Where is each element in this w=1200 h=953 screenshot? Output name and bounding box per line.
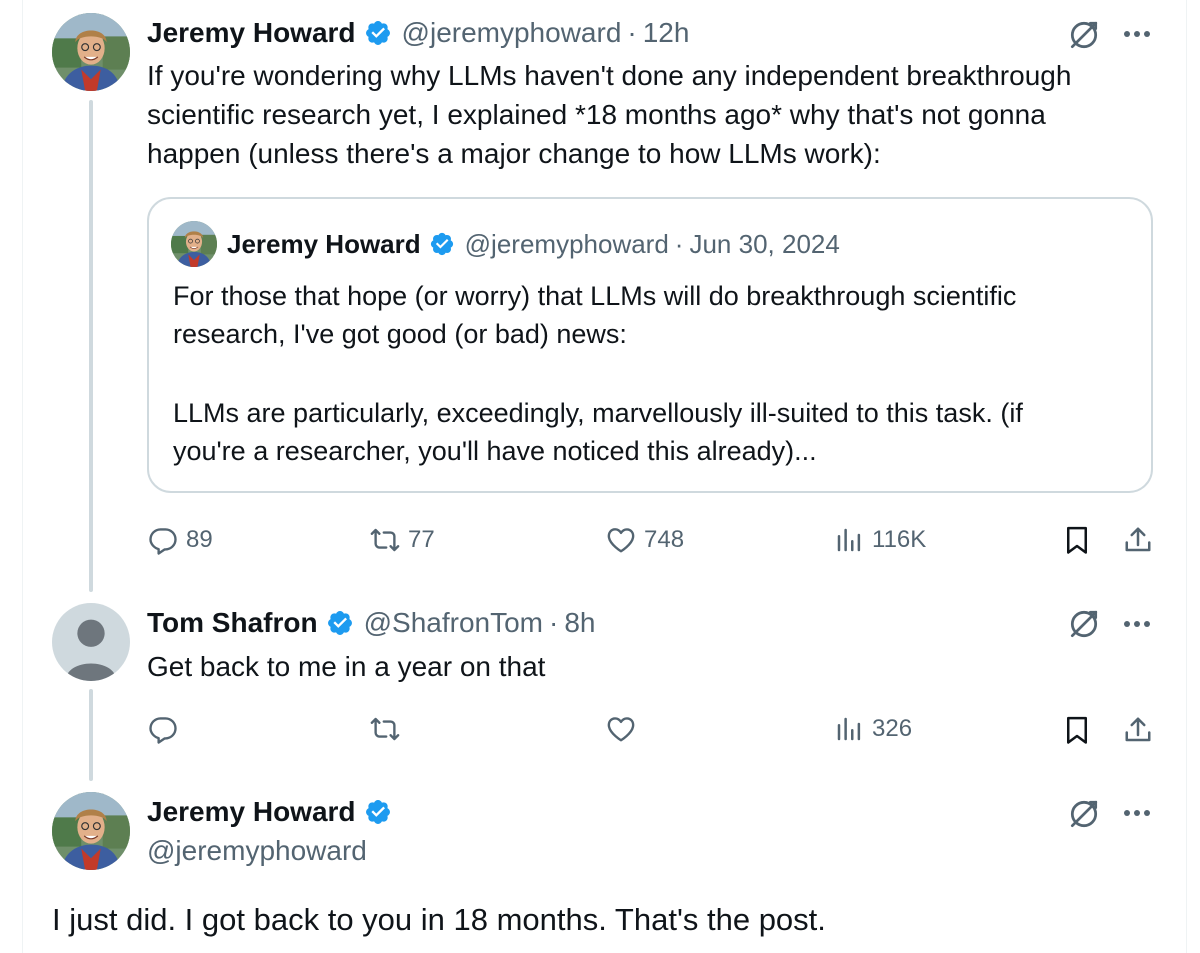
tweet-header: Jeremy Howard @jeremyphoward · 12h xyxy=(147,13,689,53)
views-icon xyxy=(834,714,864,744)
grok-icon[interactable] xyxy=(1067,607,1101,641)
quoted-text-line: For those that hope (or worry) that LLMs… xyxy=(173,281,1017,311)
tweet-text-line: scientific research yet, I explained *18… xyxy=(147,99,1046,130)
bookmark-icon[interactable] xyxy=(1062,525,1092,555)
grok-icon[interactable] xyxy=(1067,18,1101,52)
repost-count: 77 xyxy=(408,526,435,553)
more-dots-icon[interactable] xyxy=(1121,807,1153,819)
handle-line: @jeremyphoward xyxy=(147,831,367,871)
tweet-header: Tom Shafron @ShafronTom · 8h xyxy=(147,603,595,643)
like-button[interactable] xyxy=(606,714,636,744)
reply-icon xyxy=(148,525,178,555)
tweet-text-line: If you're wondering why LLMs haven't don… xyxy=(147,60,1072,91)
quoted-avatar-image xyxy=(171,221,217,267)
grok-icon[interactable] xyxy=(1067,797,1101,831)
reply-count: 89 xyxy=(186,526,213,553)
like-icon xyxy=(606,525,636,555)
like-count: 748 xyxy=(644,526,685,553)
timeline-border-right xyxy=(1186,0,1187,953)
author-name[interactable]: Tom Shafron xyxy=(147,607,318,639)
repost-button[interactable]: 77 xyxy=(370,525,435,555)
quoted-avatar xyxy=(171,221,217,267)
avatar[interactable] xyxy=(52,13,130,91)
author-handle[interactable]: @jeremyphoward xyxy=(147,835,367,867)
more-dots-icon[interactable] xyxy=(1121,618,1153,630)
quoted-tweet-card[interactable]: Jeremy Howard @jeremyphoward · Jun 30, 2… xyxy=(147,197,1153,493)
views-count: 116K xyxy=(872,526,927,553)
repost-button[interactable] xyxy=(370,714,400,744)
share-icon[interactable] xyxy=(1123,525,1153,555)
thread-connector-line xyxy=(89,689,93,781)
tweet-timestamp[interactable]: 8h xyxy=(564,607,595,639)
quoted-author-name: Jeremy Howard xyxy=(227,228,421,259)
separator-dot: · xyxy=(674,228,684,259)
author-name[interactable]: Jeremy Howard xyxy=(147,17,356,49)
quoted-text-line: research, I've got good (or bad) news: xyxy=(173,319,627,349)
timeline-border-left xyxy=(22,0,23,953)
separator-dot: · xyxy=(627,17,637,48)
quoted-text-line: LLMs are particularly, exceedingly, marv… xyxy=(173,398,1023,428)
verified-badge-icon xyxy=(364,798,392,826)
avatar-default[interactable] xyxy=(52,603,130,681)
quoted-tweet-paragraph-2: LLMs are particularly, exceedingly, marv… xyxy=(173,394,1023,470)
tweet-text: I just did. I got back to you in 18 mont… xyxy=(52,902,826,937)
repost-icon xyxy=(370,525,400,555)
thread-connector-line xyxy=(89,100,93,592)
reply-button[interactable]: 89 xyxy=(148,525,213,555)
tweet-timestamp[interactable]: 12h xyxy=(643,17,690,49)
author-name[interactable]: Jeremy Howard xyxy=(147,796,356,828)
views-count: 326 xyxy=(872,715,913,742)
author-handle[interactable]: @jeremyphoward xyxy=(402,17,622,49)
bookmark-icon[interactable] xyxy=(1062,715,1092,745)
tweet-header: Jeremy Howard xyxy=(147,792,402,832)
like-button[interactable]: 748 xyxy=(606,525,684,555)
more-dots-icon[interactable] xyxy=(1121,28,1153,40)
verified-badge-icon xyxy=(429,231,455,257)
quoted-tweet-date: Jun 30, 2024 xyxy=(689,228,840,259)
repost-icon xyxy=(370,714,400,744)
views-button[interactable]: 116K xyxy=(834,525,926,555)
avatar[interactable] xyxy=(52,792,130,870)
quoted-text-line: you're a researcher, you'll have noticed… xyxy=(173,436,817,466)
default-avatar-icon xyxy=(52,603,130,681)
tweet-text: If you're wondering why LLMs haven't don… xyxy=(147,56,1071,173)
share-icon[interactable] xyxy=(1123,715,1153,745)
avatar-image xyxy=(52,792,130,870)
tweet-text: Get back to me in a year on that xyxy=(147,651,546,682)
quoted-author-handle: @jeremyphoward xyxy=(464,228,669,259)
quoted-tweet-header: Jeremy Howard @jeremyphoward · Jun 30, 2… xyxy=(227,224,840,264)
author-handle[interactable]: @ShafronTom xyxy=(364,607,543,639)
reply-icon xyxy=(148,714,178,744)
views-icon xyxy=(834,525,864,555)
tweet-text-line: happen (unless there's a major change to… xyxy=(147,138,881,169)
reply-button[interactable] xyxy=(148,714,178,744)
separator-dot: · xyxy=(548,607,559,638)
views-button[interactable]: 326 xyxy=(834,714,912,744)
quoted-tweet-paragraph-1: For those that hope (or worry) that LLMs… xyxy=(173,277,1016,353)
like-icon xyxy=(606,714,636,744)
verified-badge-icon xyxy=(364,19,392,47)
verified-badge-icon xyxy=(326,609,354,637)
avatar-image xyxy=(52,13,130,91)
